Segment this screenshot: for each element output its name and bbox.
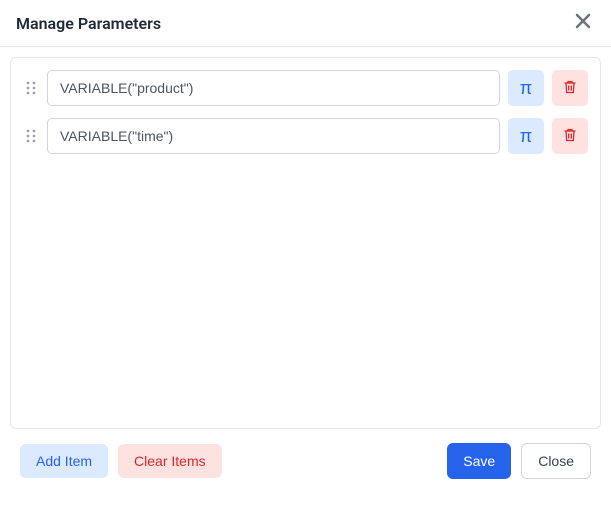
trash-icon <box>562 79 578 98</box>
close-button[interactable]: Close <box>521 443 591 479</box>
formula-button[interactable]: π <box>508 118 544 154</box>
dialog-footer: Add Item Clear Items Save Close <box>10 429 601 495</box>
formula-button[interactable]: π <box>508 70 544 106</box>
delete-button[interactable] <box>552 118 588 154</box>
footer-left-group: Add Item Clear Items <box>20 444 222 478</box>
footer-right-group: Save Close <box>447 443 591 479</box>
pi-icon: π <box>520 126 532 147</box>
pi-icon: π <box>520 78 532 99</box>
parameter-input[interactable] <box>47 118 500 154</box>
manage-parameters-dialog: Manage Parameters π <box>0 0 611 505</box>
delete-button[interactable] <box>552 70 588 106</box>
dialog-title: Manage Parameters <box>16 14 161 33</box>
dialog-content: π <box>0 47 611 505</box>
drag-handle-icon[interactable] <box>23 80 39 96</box>
add-item-button[interactable]: Add Item <box>20 444 108 478</box>
items-panel: π <box>10 57 601 429</box>
parameter-row: π <box>23 70 588 106</box>
clear-items-button[interactable]: Clear Items <box>118 444 222 478</box>
parameter-input[interactable] <box>47 70 500 106</box>
close-icon[interactable] <box>571 12 595 34</box>
trash-icon <box>562 127 578 146</box>
drag-handle-icon[interactable] <box>23 128 39 144</box>
dialog-header: Manage Parameters <box>0 0 611 47</box>
parameter-row: π <box>23 118 588 154</box>
save-button[interactable]: Save <box>447 443 511 479</box>
